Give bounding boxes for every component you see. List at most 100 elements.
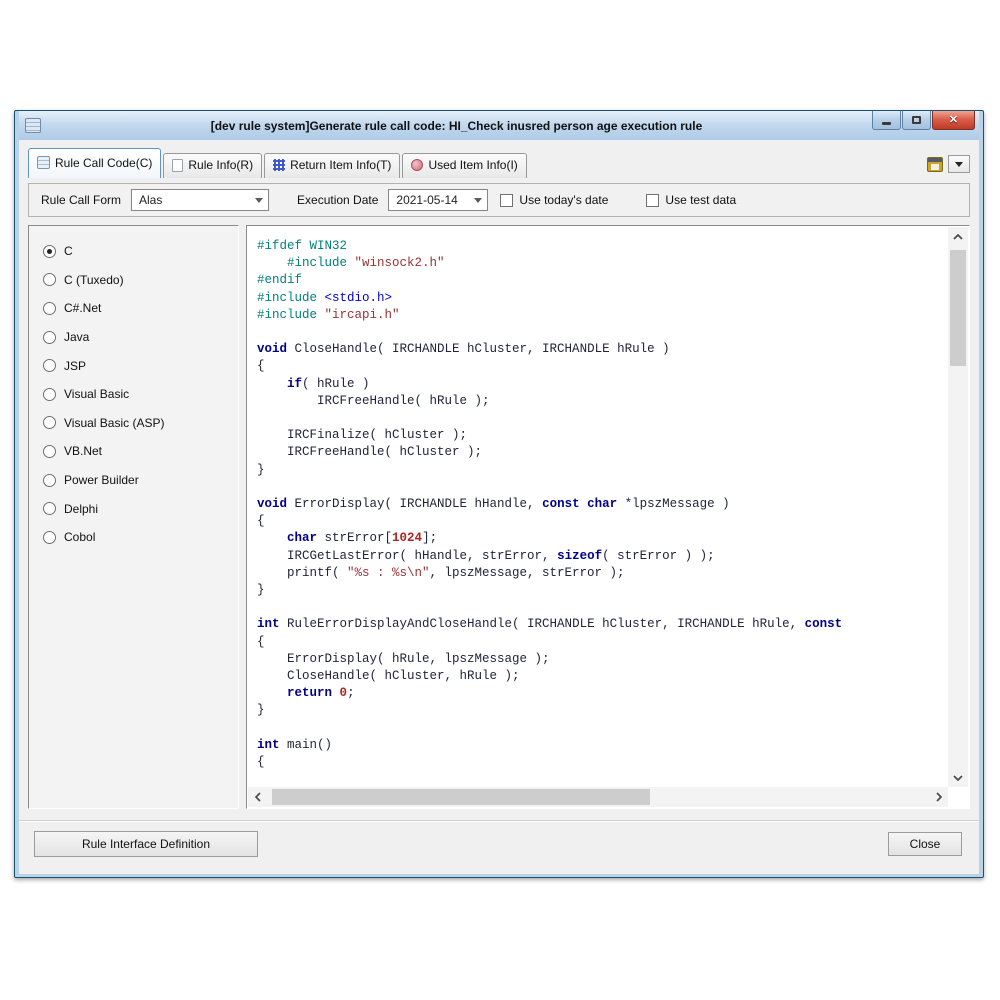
chevron-left-icon	[255, 792, 261, 802]
language-option-c-net[interactable]: C#.Net	[43, 294, 224, 323]
code-line: int main()	[257, 737, 944, 754]
code-line	[257, 720, 944, 737]
language-option-visual-basic[interactable]: Visual Basic	[43, 380, 224, 409]
horizontal-scroll-thumb[interactable]	[272, 789, 650, 805]
save-icon[interactable]	[927, 157, 943, 172]
code-line: if( hRule )	[257, 376, 944, 393]
radio-button[interactable]	[43, 502, 56, 515]
rule-call-form-label: Rule Call Form	[41, 193, 121, 207]
code-line: int RuleErrorDisplayAndCloseHandle( IRCH…	[257, 616, 944, 633]
code-line: #include "winsock2.h"	[257, 255, 944, 272]
code-line: #ifdef WIN32	[257, 238, 944, 255]
code-line	[257, 410, 944, 427]
execution-date-select[interactable]: 2021-05-14	[388, 189, 488, 211]
code-line: void ErrorDisplay( IRCHANDLE hHandle, co…	[257, 496, 944, 513]
chevron-down-icon	[474, 198, 482, 203]
scroll-right-button[interactable]	[929, 787, 948, 807]
maximize-button[interactable]	[902, 111, 931, 130]
save-options-dropdown-button[interactable]	[948, 155, 970, 173]
code-line: ErrorDisplay( hRule, lpszMessage );	[257, 651, 944, 668]
vertical-scroll-thumb[interactable]	[950, 250, 966, 366]
use-todays-date-checkbox-item: Use today's date	[500, 193, 608, 207]
language-label: VB.Net	[64, 444, 102, 458]
vertical-scrollbar[interactable]	[948, 227, 968, 787]
language-label: Cobol	[64, 530, 95, 544]
code-panel: #ifdef WIN32 #include "winsock2.h"#endif…	[246, 225, 970, 809]
code-line: }	[257, 462, 944, 479]
execution-date-label: Execution Date	[297, 193, 378, 207]
scroll-down-button[interactable]	[948, 768, 968, 787]
tab-strip: Rule Call Code(C) Rule Info(R) Return Item…	[28, 148, 970, 178]
maximize-icon	[912, 116, 921, 124]
code-line: #include <stdio.h>	[257, 290, 944, 307]
chevron-right-icon	[936, 792, 942, 802]
radio-button[interactable]	[43, 245, 56, 258]
language-option-jsp[interactable]: JSP	[43, 351, 224, 380]
rule-interface-definition-button[interactable]: Rule Interface Definition	[34, 831, 258, 857]
chevron-down-icon	[255, 198, 263, 203]
language-label: Visual Basic (ASP)	[64, 416, 164, 430]
language-option-java[interactable]: Java	[43, 323, 224, 352]
code-line: #include "ircapi.h"	[257, 307, 944, 324]
code-line	[257, 479, 944, 496]
code-content: #ifdef WIN32 #include "winsock2.h"#endif…	[247, 226, 948, 787]
tab-return-item-info-t-[interactable]: Return Item Info(T)	[264, 153, 400, 178]
rule-call-form-value: Alas	[139, 193, 162, 207]
language-option-c[interactable]: C	[43, 237, 224, 266]
language-label: Power Builder	[64, 473, 139, 487]
code-line	[257, 599, 944, 616]
minimize-button[interactable]	[872, 111, 901, 130]
radio-button[interactable]	[43, 531, 56, 544]
language-option-delphi[interactable]: Delphi	[43, 494, 224, 523]
close-window-button[interactable]: ✕	[932, 111, 975, 130]
use-test-data-checkbox-item: Use test data	[646, 193, 736, 207]
code-line: {	[257, 754, 944, 771]
radio-button[interactable]	[43, 359, 56, 372]
tab-label: Used Item Info(I)	[428, 158, 517, 172]
scroll-left-button[interactable]	[248, 787, 267, 807]
horizontal-scrollbar[interactable]	[248, 787, 948, 807]
toolbar: Rule Call Form Alas Execution Date 2021-…	[28, 183, 970, 217]
language-option-cobol[interactable]: Cobol	[43, 523, 224, 552]
use-test-data-label: Use test data	[665, 193, 736, 207]
code-line: void CloseHandle( IRCHANDLE hCluster, IR…	[257, 341, 944, 358]
code-line	[257, 324, 944, 341]
minimize-icon	[882, 122, 891, 125]
radio-button[interactable]	[43, 474, 56, 487]
dialog-window: [dev rule system]Generate rule call code…	[14, 110, 984, 878]
scroll-up-button[interactable]	[948, 227, 968, 246]
code-line: CloseHandle( hCluster, hRule );	[257, 668, 944, 685]
tab-rule-call-code-c-[interactable]: Rule Call Code(C)	[28, 148, 161, 178]
tab-label: Return Item Info(T)	[290, 158, 391, 172]
close-button[interactable]: Close	[888, 832, 962, 856]
code-line: IRCGetLastError( hHandle, strError, size…	[257, 548, 944, 565]
use-todays-date-checkbox[interactable]	[500, 194, 513, 207]
code-line: IRCFinalize( hCluster );	[257, 427, 944, 444]
language-option-c-tuxedo-[interactable]: C (Tuxedo)	[43, 266, 224, 295]
tab-label: Rule Info(R)	[188, 158, 253, 172]
code-line: {	[257, 634, 944, 651]
rule-call-form-select[interactable]: Alas	[131, 189, 269, 211]
radio-button[interactable]	[43, 302, 56, 315]
code-line: }	[257, 702, 944, 719]
radio-button[interactable]	[43, 416, 56, 429]
code-line: printf( "%s : %s\n", lpszMessage, strErr…	[257, 565, 944, 582]
tab-used-item-info-i-[interactable]: Used Item Info(I)	[402, 153, 526, 178]
window-title: [dev rule system]Generate rule call code…	[47, 119, 866, 133]
footer-button-row: Rule Interface Definition Close	[28, 822, 970, 857]
language-option-vb-net[interactable]: VB.Net	[43, 437, 224, 466]
close-icon: ✕	[949, 115, 958, 126]
radio-button[interactable]	[43, 331, 56, 344]
radio-button[interactable]	[43, 445, 56, 458]
chevron-down-icon	[955, 162, 963, 167]
tab-rule-info-r-[interactable]: Rule Info(R)	[163, 153, 262, 178]
language-option-power-builder[interactable]: Power Builder	[43, 466, 224, 495]
radio-button[interactable]	[43, 388, 56, 401]
window-controls: ✕	[872, 111, 975, 130]
radio-button[interactable]	[43, 273, 56, 286]
code-line: IRCFreeHandle( hCluster );	[257, 444, 944, 461]
tab-strip-actions	[927, 155, 970, 178]
language-label: Visual Basic	[64, 387, 129, 401]
use-test-data-checkbox[interactable]	[646, 194, 659, 207]
language-option-visual-basic-asp-[interactable]: Visual Basic (ASP)	[43, 409, 224, 438]
